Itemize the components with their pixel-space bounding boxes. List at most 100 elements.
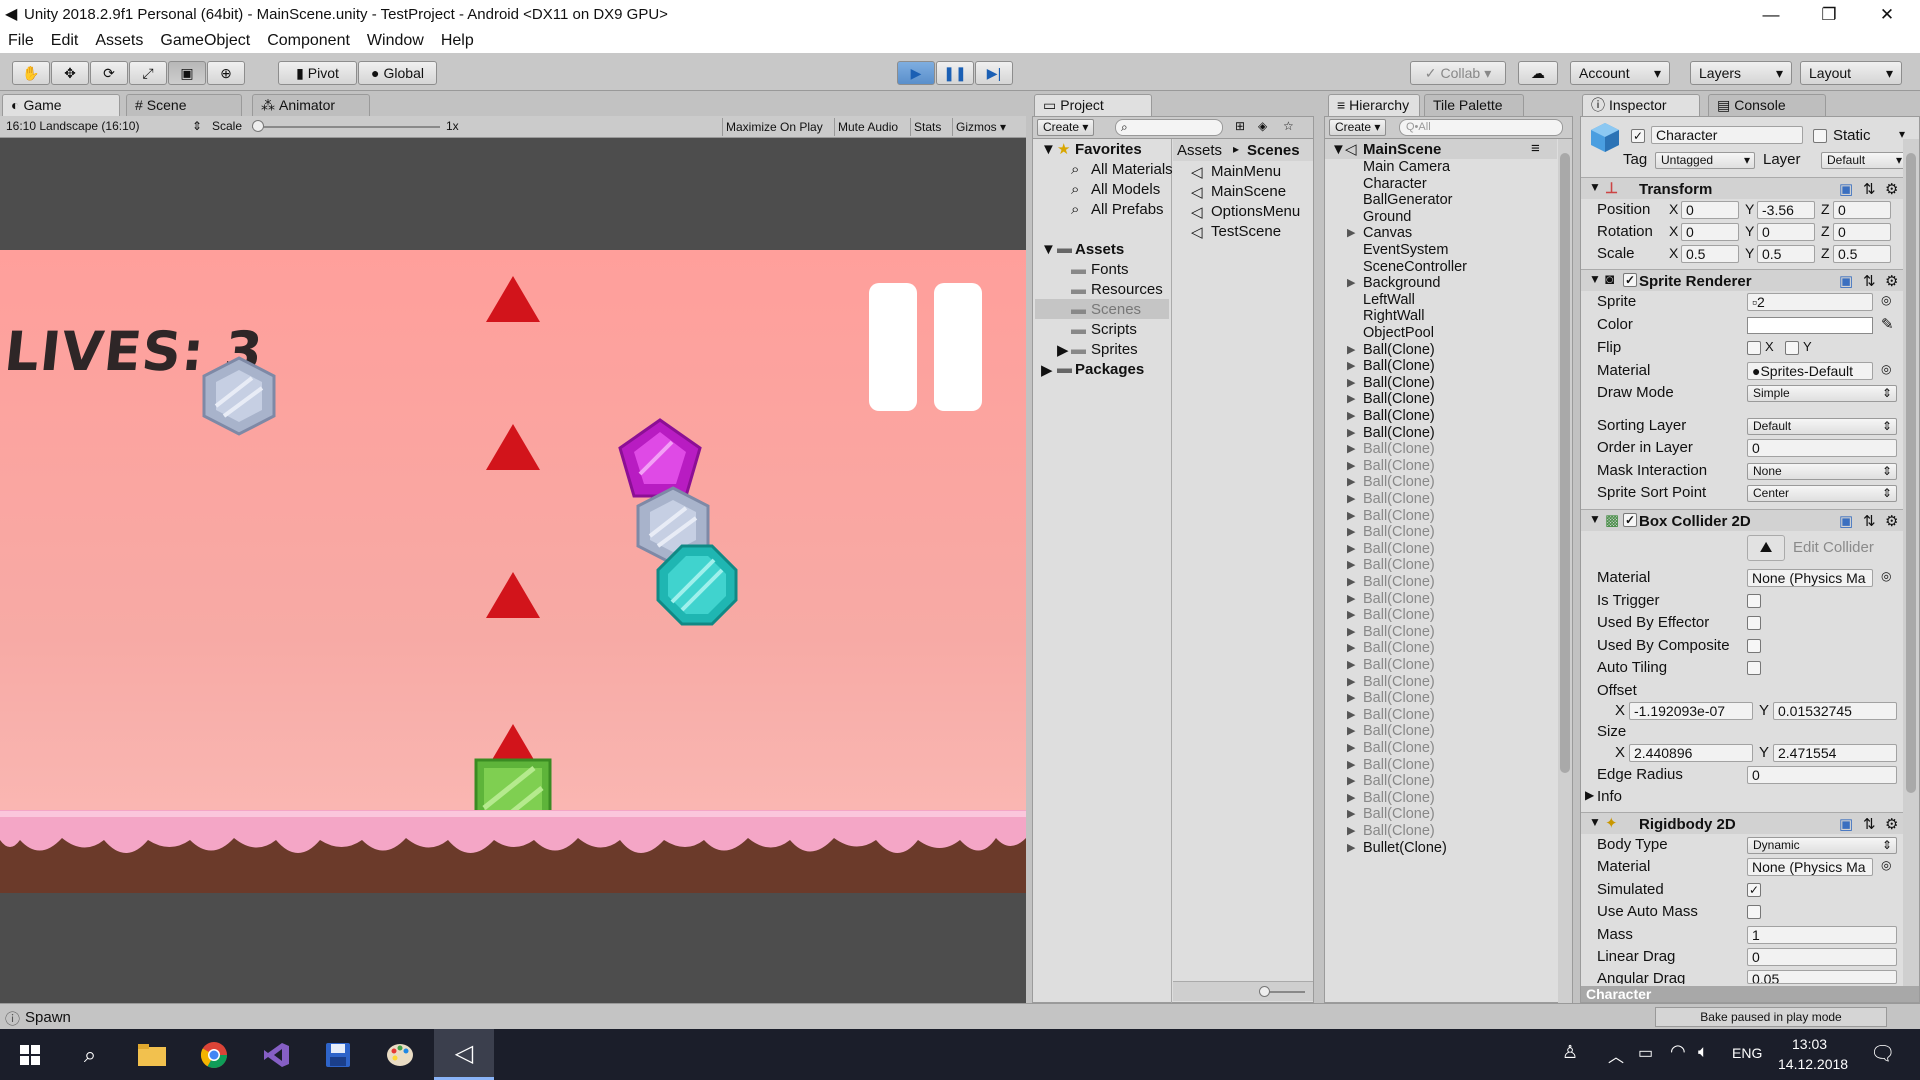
expand-arrow-icon[interactable]: ▶: [1347, 740, 1355, 757]
hierarchy-item[interactable]: ▶ Ball(Clone): [1325, 425, 1557, 442]
preset-icon[interactable]: ⇅: [1863, 180, 1876, 198]
folder-item[interactable]: Fonts: [1091, 261, 1129, 278]
edit-collider-button[interactable]: ⛰: [1747, 535, 1785, 561]
expand-arrow-icon[interactable]: ▶: [1347, 375, 1355, 392]
pause-button[interactable]: ❚❚: [936, 61, 974, 85]
expand-arrow-icon[interactable]: ▶: [1347, 458, 1355, 475]
hierarchy-scrollbar[interactable]: [1558, 139, 1572, 1003]
close-button[interactable]: ✕: [1858, 0, 1916, 29]
expand-arrow-icon[interactable]: ▼: [1589, 272, 1601, 286]
project-create-button[interactable]: Create ▾: [1037, 119, 1095, 136]
hierarchy-scrollbar-thumb[interactable]: [1560, 153, 1570, 773]
tab-project[interactable]: ▭ Project: [1034, 94, 1152, 116]
expand-arrow-icon[interactable]: ▶: [1347, 823, 1355, 840]
scene-name[interactable]: MainScene: [1363, 141, 1441, 158]
hierarchy-item[interactable]: ▶ Ball(Clone): [1325, 408, 1557, 425]
chrome-button[interactable]: [184, 1029, 244, 1080]
static-checkbox[interactable]: [1813, 129, 1827, 143]
sprite-renderer-enabled-checkbox[interactable]: ✓: [1623, 273, 1637, 287]
scl-y-field[interactable]: 0.5: [1757, 245, 1815, 263]
size-x-field[interactable]: 2.440896: [1629, 744, 1753, 762]
object-picker-icon[interactable]: ◎: [1881, 858, 1891, 872]
scene-menu-icon[interactable]: ≡: [1531, 140, 1540, 157]
expand-arrow-icon[interactable]: ▼: [1041, 141, 1056, 158]
visual-studio-button[interactable]: [246, 1029, 306, 1080]
flip-x-checkbox[interactable]: [1747, 341, 1761, 355]
hierarchy-item[interactable]: ▶ Ball(Clone): [1325, 823, 1557, 840]
scene-asset[interactable]: MainMenu: [1211, 163, 1281, 180]
battery-icon[interactable]: ▭: [1638, 1043, 1653, 1063]
inspector-scrollbar-thumb[interactable]: [1906, 153, 1916, 793]
pause-bar-right[interactable]: [934, 283, 982, 411]
move-tool-button[interactable]: ✥: [51, 61, 89, 85]
hierarchy-item[interactable]: ▶ Ball(Clone): [1325, 524, 1557, 541]
notification-icon[interactable]: 🗨︎: [1870, 1041, 1895, 1066]
preset-icon[interactable]: ⇅: [1863, 512, 1876, 530]
expand-arrow-icon[interactable]: ▶: [1347, 591, 1355, 608]
expand-arrow-icon[interactable]: ▶: [1347, 524, 1355, 541]
eyedropper-icon[interactable]: ✎: [1881, 315, 1894, 333]
hierarchy-search-input[interactable]: Q•All: [1399, 119, 1563, 136]
paint-app-button[interactable]: [370, 1029, 430, 1080]
hierarchy-item[interactable]: ▶ Ball(Clone): [1325, 342, 1557, 359]
order-in-layer-field[interactable]: 0: [1747, 439, 1897, 457]
flip-y-checkbox[interactable]: [1785, 341, 1799, 355]
used-by-effector-checkbox[interactable]: [1747, 616, 1761, 630]
used-by-composite-checkbox[interactable]: [1747, 639, 1761, 653]
offset-x-field[interactable]: -1.192093e-07: [1629, 702, 1753, 720]
icon-size-slider-handle[interactable]: [1259, 986, 1270, 997]
clock-time[interactable]: 13:03: [1792, 1036, 1827, 1052]
hierarchy-item[interactable]: ▶ Ball(Clone): [1325, 740, 1557, 757]
clock-date[interactable]: 14.12.2018: [1778, 1056, 1848, 1072]
expand-arrow-icon[interactable]: ▶: [1347, 690, 1355, 707]
tab-scene[interactable]: # Scene: [126, 94, 242, 116]
expand-arrow-icon[interactable]: ▶: [1347, 391, 1355, 408]
expand-arrow-icon[interactable]: ▶: [1347, 657, 1355, 674]
expand-arrow-icon[interactable]: ▶: [1347, 707, 1355, 724]
expand-arrow-icon[interactable]: ▶: [1041, 361, 1053, 379]
start-button[interactable]: [0, 1029, 60, 1080]
project-search-input[interactable]: ⌕: [1115, 119, 1223, 136]
expand-arrow-icon[interactable]: ▶: [1347, 557, 1355, 574]
menu-window[interactable]: Window: [359, 32, 433, 50]
hierarchy-item[interactable]: SceneController: [1325, 259, 1557, 276]
hierarchy-item[interactable]: ▶ Ball(Clone): [1325, 358, 1557, 375]
size-y-field[interactable]: 2.471554: [1773, 744, 1897, 762]
volume-icon[interactable]: 🔈︎: [1698, 1042, 1708, 1062]
assets-folder[interactable]: Assets: [1075, 241, 1124, 258]
angular-drag-field[interactable]: 0.05: [1747, 970, 1897, 984]
linear-drag-field[interactable]: 0: [1747, 948, 1897, 966]
icon-size-slider[interactable]: [1265, 991, 1305, 993]
expand-arrow-icon[interactable]: ▶: [1347, 491, 1355, 508]
hierarchy-item[interactable]: ▶ Ball(Clone): [1325, 474, 1557, 491]
object-picker-icon[interactable]: ◎: [1881, 293, 1891, 307]
gear-icon[interactable]: ⚙: [1885, 512, 1898, 530]
expand-arrow-icon[interactable]: ▶: [1347, 674, 1355, 691]
hierarchy-item[interactable]: Main Camera: [1325, 159, 1557, 176]
draw-mode-dropdown[interactable]: Simple ⇕: [1747, 385, 1897, 402]
hierarchy-item[interactable]: ▶ Ball(Clone): [1325, 591, 1557, 608]
hierarchy-item[interactable]: ▶ Ball(Clone): [1325, 458, 1557, 475]
hierarchy-item[interactable]: ▶ Background: [1325, 275, 1557, 292]
expand-arrow-icon[interactable]: ▶: [1585, 788, 1594, 802]
expand-arrow-icon[interactable]: ▶: [1347, 425, 1355, 442]
rot-z-field[interactable]: 0: [1833, 223, 1891, 241]
favorites-label[interactable]: Favorites: [1075, 141, 1142, 158]
scl-z-field[interactable]: 0.5: [1833, 245, 1891, 263]
rotate-tool-button[interactable]: ⟳: [90, 61, 128, 85]
hierarchy-item[interactable]: ▶ Ball(Clone): [1325, 375, 1557, 392]
material-field[interactable]: ●Sprites-Default: [1747, 362, 1873, 380]
transform-component-header[interactable]: ▼ ⊥ Transform ▣ ⇅ ⚙: [1581, 177, 1919, 199]
favorites-item[interactable]: All Models: [1091, 181, 1160, 198]
breadcrumb-assets[interactable]: Assets: [1177, 142, 1222, 159]
game-view[interactable]: LIVES: 3: [0, 138, 1026, 1003]
pos-x-field[interactable]: 0: [1681, 201, 1739, 219]
hand-tool-button[interactable]: ✋: [12, 61, 50, 85]
sorting-layer-dropdown[interactable]: Default ⇕: [1747, 418, 1897, 435]
hierarchy-item[interactable]: ▶ Ball(Clone): [1325, 707, 1557, 724]
hierarchy-item[interactable]: ▶ Ball(Clone): [1325, 806, 1557, 823]
scale-slider-handle[interactable]: [252, 120, 264, 132]
pos-y-field[interactable]: -3.56: [1757, 201, 1815, 219]
expand-arrow-icon[interactable]: ▼: [1589, 815, 1601, 829]
hierarchy-item[interactable]: ObjectPool: [1325, 325, 1557, 342]
